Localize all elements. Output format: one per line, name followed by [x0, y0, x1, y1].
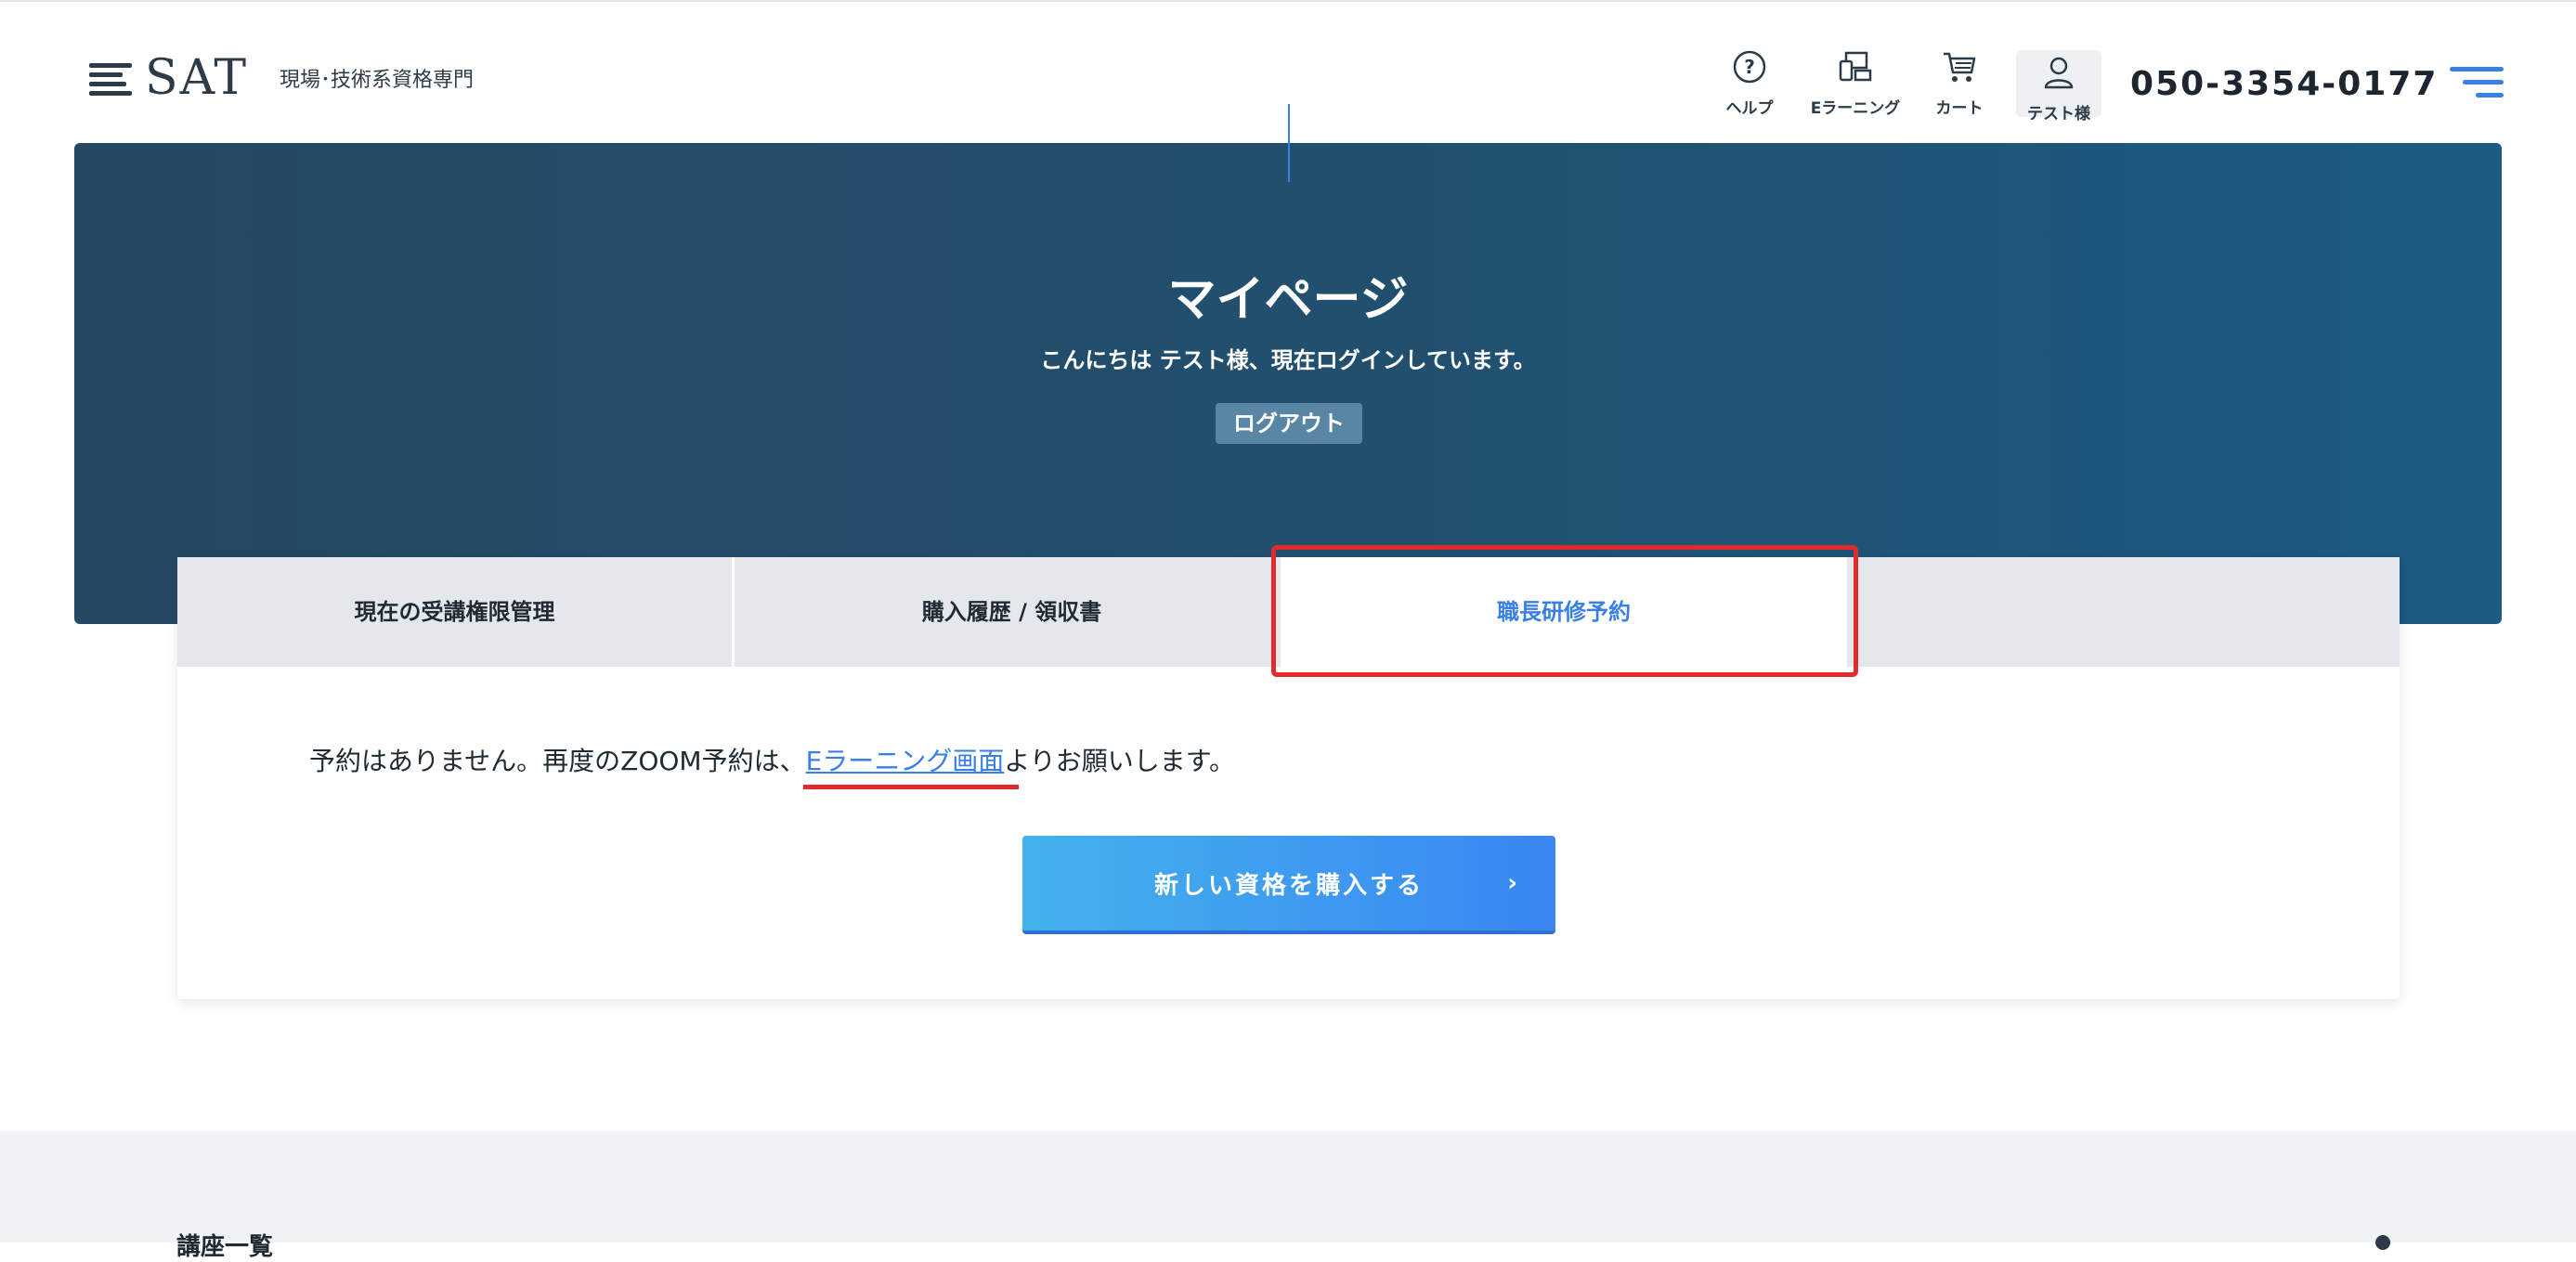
- help-icon: ?: [1733, 50, 1766, 84]
- buy-new-qualification-button[interactable]: 新しい資格を購入する ›: [1022, 836, 1555, 934]
- cart-label: カート: [1935, 99, 1984, 118]
- chevron-right-icon: ›: [1507, 869, 1520, 897]
- footer-section: [0, 1131, 2576, 1242]
- svg-text:?: ?: [1744, 56, 1755, 78]
- elearning-nav-item[interactable]: Eラーニング: [1803, 48, 1907, 118]
- user-nav-content[interactable]: テスト様: [2016, 54, 2101, 124]
- logo-tagline: 現場･技術系資格専門: [280, 69, 475, 92]
- page-title: マイページ: [1167, 272, 1409, 328]
- user-label: テスト様: [2027, 105, 2090, 124]
- logo-text: SAT: [145, 50, 249, 106]
- logo[interactable]: SAT 現場･技術系資格専門: [89, 54, 474, 102]
- logo-lines-icon: [89, 59, 132, 97]
- hamburger-menu-icon[interactable]: [2448, 65, 2504, 98]
- elearning-label: Eラーニング: [1810, 99, 1901, 118]
- tab-enrollment-management[interactable]: 現在の受講権限管理: [177, 557, 732, 667]
- user-icon: [2044, 57, 2074, 89]
- logout-button[interactable]: ログアウト: [1216, 403, 1362, 444]
- message-text-end: よりお願いします。: [1004, 746, 1235, 776]
- buy-button-label: 新しい資格を購入する: [1153, 871, 1424, 900]
- cart-nav-item[interactable]: カート: [1932, 48, 1987, 118]
- highlight-box: [1271, 545, 1858, 677]
- footer-heading: 講座一覧: [176, 1233, 274, 1261]
- cart-icon: [1944, 52, 1976, 82]
- help-nav-item[interactable]: ? ヘルプ: [1724, 48, 1776, 118]
- top-border: [0, 0, 2576, 2]
- no-reservation-message: 予約はありません。再度のZOOM予約は、Eラーニング画面よりお願いします。: [309, 741, 1235, 778]
- help-label: ヘルプ: [1725, 99, 1774, 118]
- login-status-text: こんにちは テスト様、現在ログインしています。: [1040, 347, 1536, 373]
- tab-purchase-history[interactable]: 購入履歴 / 領収書: [735, 557, 1289, 667]
- devices-icon: [1839, 51, 1872, 82]
- elearning-link[interactable]: Eラーニング画面: [806, 746, 1005, 776]
- footer-marker-icon: [2375, 1235, 2390, 1250]
- message-text: 予約はありません。再度のZOOM予約は、: [309, 746, 806, 776]
- accent-divider: [1288, 104, 1290, 182]
- phone-number[interactable]: 050-3354-0177: [2130, 65, 2438, 103]
- highlight-underline: [803, 785, 1019, 789]
